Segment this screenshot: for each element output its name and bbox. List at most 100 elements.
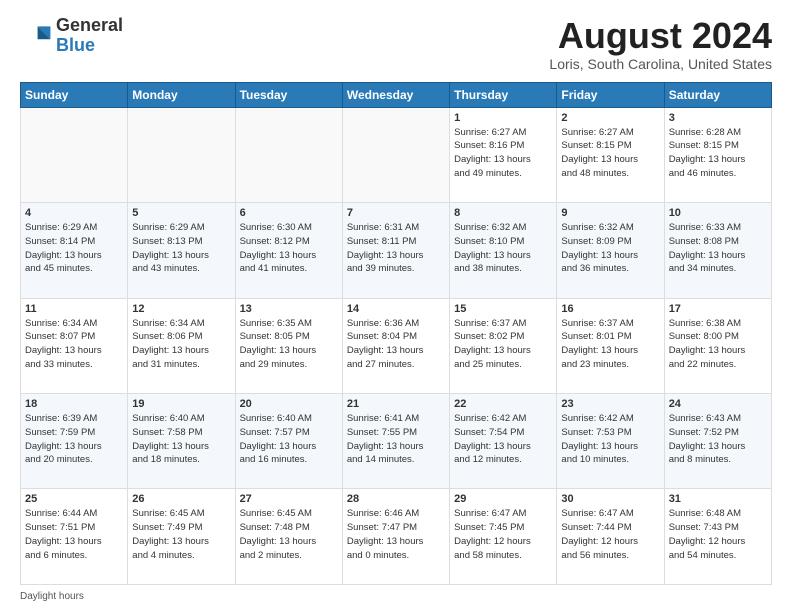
logo: General Blue [20, 16, 123, 56]
calendar-cell: 4Sunrise: 6:29 AMSunset: 8:14 PMDaylight… [21, 203, 128, 298]
day-number: 14 [347, 303, 445, 315]
day-info: Sunrise: 6:46 AMSunset: 7:47 PMDaylight:… [347, 507, 445, 562]
day-info: Sunrise: 6:37 AMSunset: 8:02 PMDaylight:… [454, 317, 552, 372]
calendar-cell: 12 Sunrise: 6:34 AMSunset: 8:06 PMDayligh… [128, 298, 235, 393]
day-number: 11 [25, 303, 123, 315]
day-info: Sunrise: 6:35 AMSunset: 8:05 PMDaylight:… [240, 317, 338, 372]
day-info: Sunrise: 6:27 AMSunset: 8:15 PMDaylight:… [561, 126, 659, 181]
day-number: 30 [561, 493, 659, 505]
calendar-cell: 16 Sunrise: 6:37 AMSunset: 8:01 PMDayligh… [557, 298, 664, 393]
calendar-cell: 2 Sunrise: 6:27 AMSunset: 8:15 PMDaylight… [557, 107, 664, 202]
calendar-cell: 18 Sunrise: 6:39 AMSunset: 7:59 PMDayligh… [21, 394, 128, 489]
day-info: Sunrise: 6:41 AMSunset: 7:55 PMDaylight:… [347, 412, 445, 467]
day-info: Sunrise: 6:29 AMSunset: 8:14 PMDaylight:… [25, 221, 123, 276]
calendar-cell: 24Sunrise: 6:43 AMSunset: 7:52 PMDayligh… [664, 394, 771, 489]
calendar-cell: 6 Sunrise: 6:30 AMSunset: 8:12 PMDaylight… [235, 203, 342, 298]
day-number: 25 [25, 493, 123, 505]
calendar-cell: 26 Sunrise: 6:45 AMSunset: 7:49 PMDayligh… [128, 489, 235, 585]
calendar-cell: 23 Sunrise: 6:42 AMSunset: 7:53 PMDayligh… [557, 394, 664, 489]
day-info: Sunrise: 6:40 AMSunset: 7:58 PMDaylight:… [132, 412, 230, 467]
calendar-cell [342, 107, 449, 202]
calendar-week-1: 1 Sunrise: 6:27 AMSunset: 8:16 PMDaylight… [21, 107, 772, 202]
day-number: 26 [132, 493, 230, 505]
day-number: 22 [454, 398, 552, 410]
logo-general: General [56, 15, 123, 35]
calendar-cell: 3Sunrise: 6:28 AMSunset: 8:15 PMDaylight… [664, 107, 771, 202]
day-number: 23 [561, 398, 659, 410]
calendar-cell [235, 107, 342, 202]
logo-text: General Blue [56, 16, 123, 56]
day-info: Sunrise: 6:48 AMSunset: 7:43 PMDaylight:… [669, 507, 767, 562]
day-info: Sunrise: 6:32 AMSunset: 8:10 PMDaylight:… [454, 221, 552, 276]
day-number: 27 [240, 493, 338, 505]
daylight-label: Daylight hours [20, 591, 84, 602]
day-info: Sunrise: 6:42 AMSunset: 7:53 PMDaylight:… [561, 412, 659, 467]
col-monday: Monday [128, 82, 235, 107]
day-info: Sunrise: 6:45 AMSunset: 7:49 PMDaylight:… [132, 507, 230, 562]
day-number: 29 [454, 493, 552, 505]
day-info: Sunrise: 6:45 AMSunset: 7:48 PMDaylight:… [240, 507, 338, 562]
calendar-week-4: 18 Sunrise: 6:39 AMSunset: 7:59 PMDayligh… [21, 394, 772, 489]
day-info: Sunrise: 6:31 AMSunset: 8:11 PMDaylight:… [347, 221, 445, 276]
day-number: 16 [561, 303, 659, 315]
day-number: 12 [132, 303, 230, 315]
calendar-cell: 9 Sunrise: 6:32 AMSunset: 8:09 PMDaylight… [557, 203, 664, 298]
page: General Blue August 2024 Loris, South Ca… [0, 0, 792, 612]
calendar-cell: 25Sunrise: 6:44 AMSunset: 7:51 PMDayligh… [21, 489, 128, 585]
location: Loris, South Carolina, United States [549, 56, 772, 72]
footer: Daylight hours [20, 591, 772, 602]
month-title: August 2024 [549, 16, 772, 56]
day-number: 20 [240, 398, 338, 410]
header: General Blue August 2024 Loris, South Ca… [20, 16, 772, 72]
calendar-cell: 30 Sunrise: 6:47 AMSunset: 7:44 PMDayligh… [557, 489, 664, 585]
day-number: 5 [132, 207, 230, 219]
calendar-cell: 14Sunrise: 6:36 AMSunset: 8:04 PMDayligh… [342, 298, 449, 393]
calendar-cell [21, 107, 128, 202]
day-number: 7 [347, 207, 445, 219]
calendar-cell: 19Sunrise: 6:40 AMSunset: 7:58 PMDayligh… [128, 394, 235, 489]
col-tuesday: Tuesday [235, 82, 342, 107]
day-info: Sunrise: 6:32 AMSunset: 8:09 PMDaylight:… [561, 221, 659, 276]
day-number: 8 [454, 207, 552, 219]
calendar-cell: 10 Sunrise: 6:33 AMSunset: 8:08 PMDayligh… [664, 203, 771, 298]
day-info: Sunrise: 6:34 AMSunset: 8:06 PMDaylight:… [132, 317, 230, 372]
day-info: Sunrise: 6:27 AMSunset: 8:16 PMDaylight:… [454, 126, 552, 181]
calendar-cell: 13Sunrise: 6:35 AMSunset: 8:05 PMDayligh… [235, 298, 342, 393]
calendar-header-row: Sunday Monday Tuesday Wednesday Thursday… [21, 82, 772, 107]
calendar-cell [128, 107, 235, 202]
day-number: 31 [669, 493, 767, 505]
day-info: Sunrise: 6:33 AMSunset: 8:08 PMDaylight:… [669, 221, 767, 276]
calendar-week-2: 4Sunrise: 6:29 AMSunset: 8:14 PMDaylight… [21, 203, 772, 298]
day-info: Sunrise: 6:43 AMSunset: 7:52 PMDaylight:… [669, 412, 767, 467]
calendar-table: Sunday Monday Tuesday Wednesday Thursday… [20, 82, 772, 585]
calendar-week-3: 11 Sunrise: 6:34 AMSunset: 8:07 PMDayligh… [21, 298, 772, 393]
calendar-cell: 28 Sunrise: 6:46 AMSunset: 7:47 PMDayligh… [342, 489, 449, 585]
day-info: Sunrise: 6:28 AMSunset: 8:15 PMDaylight:… [669, 126, 767, 181]
calendar-cell: 15 Sunrise: 6:37 AMSunset: 8:02 PMDayligh… [450, 298, 557, 393]
day-info: Sunrise: 6:47 AMSunset: 7:44 PMDaylight:… [561, 507, 659, 562]
calendar-cell: 5 Sunrise: 6:29 AMSunset: 8:13 PMDaylight… [128, 203, 235, 298]
day-number: 28 [347, 493, 445, 505]
day-number: 15 [454, 303, 552, 315]
calendar-cell: 27 Sunrise: 6:45 AMSunset: 7:48 PMDayligh… [235, 489, 342, 585]
day-info: Sunrise: 6:34 AMSunset: 8:07 PMDaylight:… [25, 317, 123, 372]
calendar-cell: 11 Sunrise: 6:34 AMSunset: 8:07 PMDayligh… [21, 298, 128, 393]
day-info: Sunrise: 6:29 AMSunset: 8:13 PMDaylight:… [132, 221, 230, 276]
col-thursday: Thursday [450, 82, 557, 107]
day-number: 2 [561, 112, 659, 124]
title-block: August 2024 Loris, South Carolina, Unite… [549, 16, 772, 72]
calendar-cell: 1 Sunrise: 6:27 AMSunset: 8:16 PMDaylight… [450, 107, 557, 202]
day-info: Sunrise: 6:39 AMSunset: 7:59 PMDaylight:… [25, 412, 123, 467]
day-number: 6 [240, 207, 338, 219]
col-friday: Friday [557, 82, 664, 107]
day-info: Sunrise: 6:37 AMSunset: 8:01 PMDaylight:… [561, 317, 659, 372]
day-info: Sunrise: 6:30 AMSunset: 8:12 PMDaylight:… [240, 221, 338, 276]
calendar-cell: 31 Sunrise: 6:48 AMSunset: 7:43 PMDayligh… [664, 489, 771, 585]
day-info: Sunrise: 6:47 AMSunset: 7:45 PMDaylight:… [454, 507, 552, 562]
day-number: 17 [669, 303, 767, 315]
day-number: 18 [25, 398, 123, 410]
day-number: 10 [669, 207, 767, 219]
calendar-cell: 7 Sunrise: 6:31 AMSunset: 8:11 PMDaylight… [342, 203, 449, 298]
day-number: 9 [561, 207, 659, 219]
day-number: 1 [454, 112, 552, 124]
